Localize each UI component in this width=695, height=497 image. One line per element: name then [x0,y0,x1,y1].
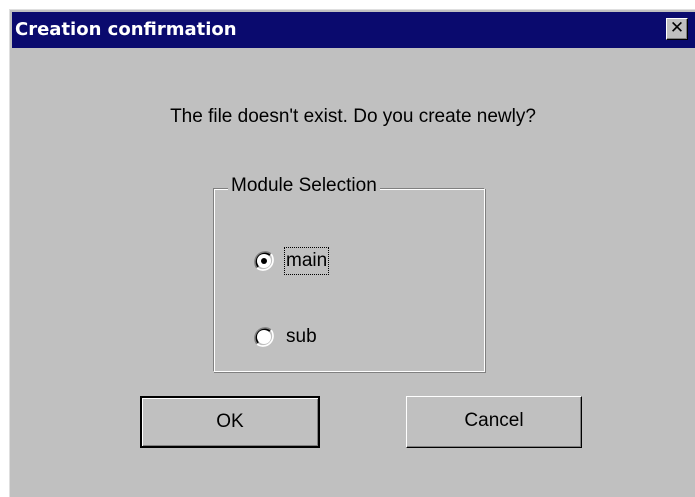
confirmation-message: The file doesn't exist. Do you create ne… [170,106,536,127]
creation-confirmation-dialog: Creation confirmation ✕ The file doesn't… [9,9,695,497]
radio-main-dot [261,258,267,264]
ok-button[interactable]: OK [140,396,320,448]
window-title: Creation confirmation [15,19,237,40]
radio-main[interactable] [254,251,274,271]
title-bar[interactable]: Creation confirmation ✕ [12,12,695,48]
radio-sub[interactable] [254,327,274,347]
close-icon: ✕ [669,18,685,38]
module-selection-legend: Module Selection [228,175,380,197]
radio-main-label[interactable]: main [283,247,330,275]
module-selection-group: Module Selection main sub [213,175,485,372]
radio-sub-label[interactable]: sub [285,324,318,350]
cancel-button[interactable]: Cancel [406,396,582,448]
close-button[interactable]: ✕ [666,18,688,40]
